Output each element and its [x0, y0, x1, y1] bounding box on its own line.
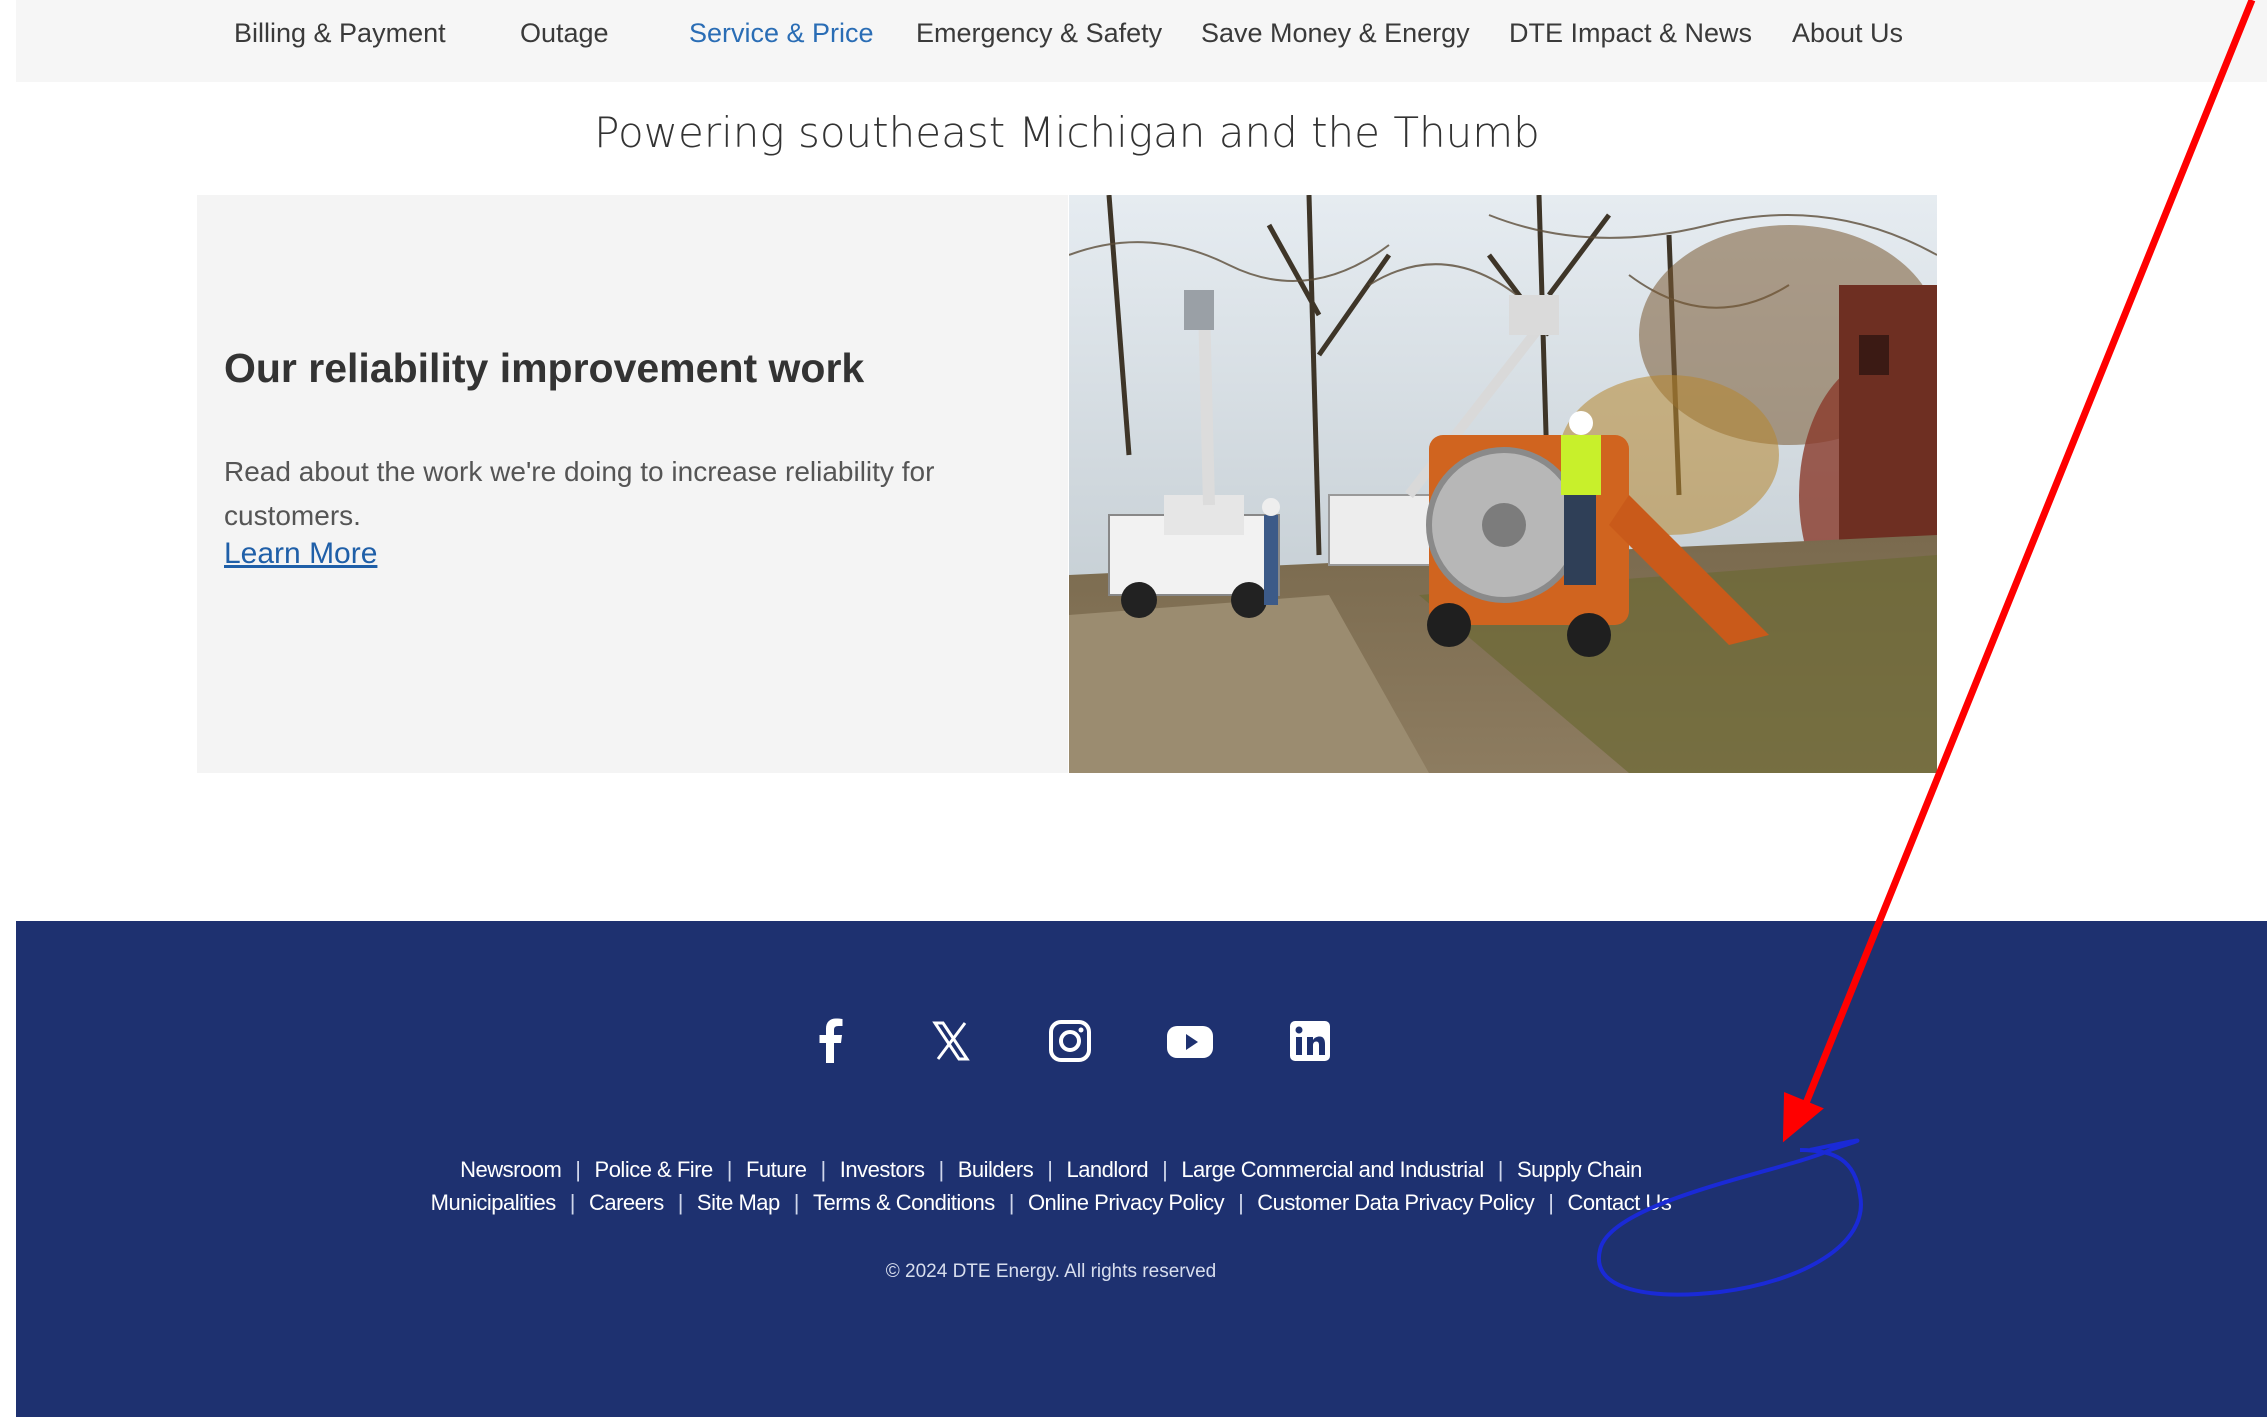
footer-link-builders[interactable]: Builders — [958, 1157, 1034, 1182]
nav-billing-payment[interactable]: Billing & Payment — [234, 18, 446, 49]
footer-link-careers[interactable]: Careers — [589, 1190, 664, 1215]
footer-separator: | — [793, 1190, 800, 1215]
footer-link-investors[interactable]: Investors — [840, 1157, 925, 1182]
footer-separator: | — [677, 1190, 684, 1215]
nav-dte-impact-news[interactable]: DTE Impact & News — [1509, 18, 1752, 49]
footer-separator: | — [1497, 1157, 1504, 1182]
copyright-text: © 2024 DTE Energy. All rights reserved — [885, 1261, 1217, 1282]
footer-link-large-commercial-industrial[interactable]: Large Commercial and Industrial — [1181, 1157, 1484, 1182]
footer-link-newsroom[interactable]: Newsroom — [460, 1157, 562, 1182]
footer-link-site-map[interactable]: Site Map — [697, 1190, 780, 1215]
nav-service-price[interactable]: Service & Price — [689, 18, 874, 49]
footer-link-municipalities[interactable]: Municipalities — [431, 1190, 557, 1215]
footer-link-online-privacy-policy[interactable]: Online Privacy Policy — [1028, 1190, 1225, 1215]
footer-separator: | — [575, 1157, 581, 1182]
instagram-icon[interactable] — [1040, 1011, 1100, 1071]
nav-outage[interactable]: Outage — [520, 18, 609, 49]
reliability-feature-card: Our reliability improvement work Read ab… — [197, 195, 1068, 773]
footer-separator: | — [820, 1157, 827, 1182]
youtube-icon[interactable] — [1160, 1011, 1220, 1071]
footer-separator: | — [726, 1157, 733, 1182]
footer-link-customer-data-privacy-policy[interactable]: Customer Data Privacy Policy — [1257, 1190, 1534, 1215]
footer-link-terms-conditions[interactable]: Terms & Conditions — [813, 1190, 995, 1215]
footer-links-row-1: Newsroom | Police & Fire | Future | Investors |… — [16, 1157, 2086, 1183]
linkedin-icon[interactable] — [1280, 1011, 1340, 1071]
x-icon[interactable] — [921, 1011, 981, 1071]
footer-separator: | — [569, 1190, 576, 1215]
footer-separator: | — [1238, 1190, 1244, 1215]
footer-separator: | — [1162, 1157, 1168, 1182]
footer-link-supply-chain[interactable]: Supply Chain — [1517, 1157, 1642, 1182]
footer-separator: | — [1047, 1157, 1053, 1182]
site-footer: Newsroom | Police & Fire | Future | Investors |… — [16, 921, 2267, 1417]
nav-save-money-energy[interactable]: Save Money & Energy — [1201, 18, 1470, 49]
learn-more-link[interactable]: Learn More — [224, 537, 377, 571]
footer-link-landlord[interactable]: Landlord — [1066, 1157, 1148, 1182]
footer-separator: | — [1548, 1190, 1554, 1215]
footer-link-police-fire[interactable]: Police & Fire — [595, 1157, 714, 1182]
footer-link-contact-us[interactable]: Contact Us — [1568, 1190, 1672, 1215]
footer-separator: | — [938, 1157, 945, 1182]
top-navigation: Billing & Payment Outage Service & Price… — [16, 0, 2267, 82]
utility-crew-photo — [1069, 195, 1937, 773]
feature-description: Read about the work we're doing to incre… — [224, 456, 935, 531]
feature-title: Our reliability improvement work — [224, 345, 865, 391]
footer-separator: | — [1008, 1190, 1015, 1215]
nav-about-us[interactable]: About Us — [1792, 18, 1903, 49]
facebook-icon[interactable] — [801, 1011, 861, 1071]
nav-emergency-safety[interactable]: Emergency & Safety — [916, 18, 1162, 49]
page-tagline: Powering southeast Michigan and the Thum… — [594, 108, 1540, 157]
footer-links-row-2: Municipalities | Careers | Site Map | Terms & … — [16, 1190, 2086, 1216]
footer-link-future[interactable]: Future — [746, 1157, 807, 1182]
